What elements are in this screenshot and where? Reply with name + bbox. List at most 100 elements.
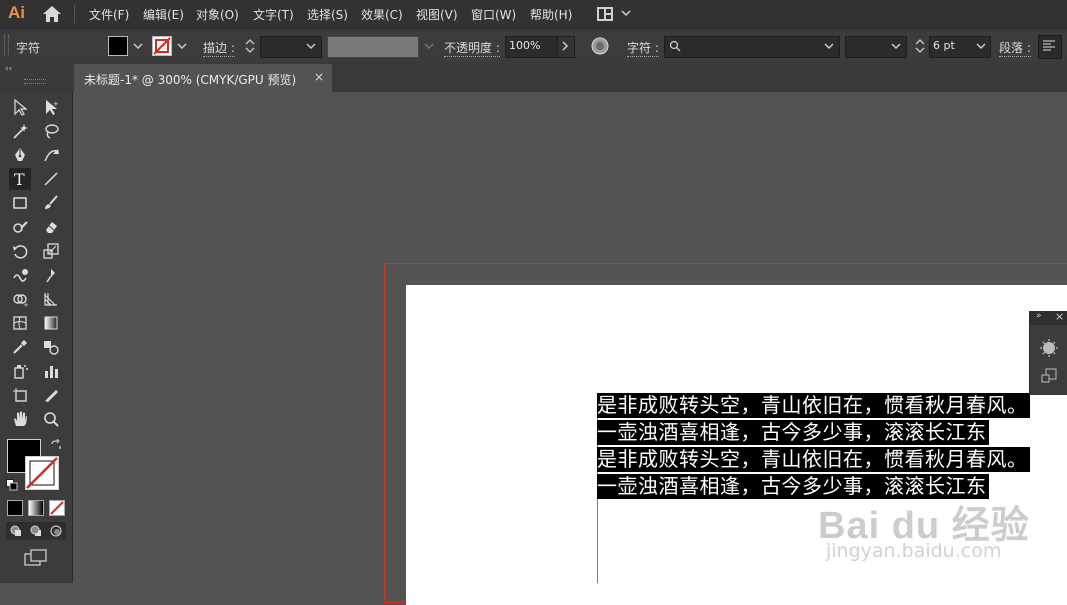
menu-window[interactable]: 窗口(W) (471, 6, 516, 23)
scale-tool[interactable] (40, 240, 62, 262)
symbol-sprayer-tool[interactable] (9, 360, 31, 382)
draw-inside-icon[interactable] (50, 525, 62, 537)
workspace-switcher-icon[interactable] (597, 7, 613, 21)
paintbrush-icon (45, 195, 58, 209)
variable-width-profile[interactable] (327, 36, 419, 58)
rectangle-icon (13, 197, 27, 209)
font-size-stepper[interactable] (914, 36, 926, 56)
screen-mode-icon[interactable] (24, 549, 48, 567)
perspective-grid-tool[interactable] (40, 288, 62, 310)
curvature-icon (44, 149, 59, 162)
hand-tool[interactable] (9, 408, 31, 430)
recolor-artwork-icon[interactable] (591, 37, 609, 55)
menu-edit[interactable]: 编辑(E) (143, 6, 184, 23)
expand-panels-button[interactable]: » (1036, 311, 1042, 321)
stroke-label: 描边 : (203, 41, 235, 57)
stroke-swatch[interactable] (152, 36, 172, 56)
selection-tool[interactable] (9, 96, 31, 118)
menu-help[interactable]: 帮助(H) (530, 6, 572, 23)
chevron-down-icon[interactable] (306, 41, 316, 51)
close-panels-button[interactable]: × (1055, 310, 1064, 323)
shape-builder-tool[interactable]: + (9, 288, 31, 310)
toolbar-grip[interactable] (24, 79, 46, 84)
line-segment-icon (44, 172, 58, 186)
zoom-tool[interactable] (40, 408, 62, 430)
puppet-warp-tool[interactable] (40, 264, 62, 286)
menu-type[interactable]: 文字(T) (253, 6, 294, 23)
appearance-panel-icon[interactable] (1040, 339, 1058, 357)
menu-view[interactable]: 视图(V) (416, 6, 458, 23)
puppet-warp-icon (46, 269, 55, 283)
artboard-tool[interactable] (9, 384, 31, 406)
warp-tool[interactable] (9, 264, 31, 286)
selected-text-line[interactable]: 是非成败转头空，青山依旧在，惯看秋月春风。 (597, 447, 1030, 472)
line-segment-tool[interactable] (40, 168, 62, 190)
chevron-down-icon[interactable] (177, 41, 187, 51)
lasso-tool[interactable] (40, 120, 62, 142)
tab-close-button[interactable]: × (314, 70, 324, 84)
rotate-tool[interactable] (9, 240, 31, 262)
scale-icon (43, 243, 59, 259)
pen-tool[interactable] (9, 144, 31, 166)
magic-wand-tool[interactable] (9, 120, 31, 142)
swap-colors-icon[interactable] (50, 439, 62, 451)
shape-builder-icon: + (13, 294, 29, 308)
warp-icon (13, 269, 28, 282)
slice-tool[interactable] (40, 384, 62, 406)
zoom-icon (44, 412, 59, 427)
eraser-tool[interactable] (40, 216, 62, 238)
chevron-down-icon[interactable] (824, 41, 834, 51)
eyedropper-icon (13, 340, 27, 354)
gradient-mode-button[interactable] (28, 500, 44, 516)
chevron-down-icon[interactable] (891, 41, 901, 51)
pen-icon (15, 148, 25, 161)
shaper-tool[interactable] (9, 216, 31, 238)
mode-label: 字符 (16, 41, 41, 55)
draw-normal-icon[interactable] (10, 525, 22, 537)
fill-swatch[interactable] (108, 36, 128, 56)
column-graph-tool[interactable] (40, 360, 62, 382)
mesh-tool[interactable] (9, 312, 31, 334)
default-colors-icon[interactable] (6, 479, 18, 491)
symbol-sprayer-icon (14, 365, 28, 379)
menu-select[interactable]: 选择(S) (307, 6, 348, 23)
selected-text-line[interactable]: 是非成败转头空，青山依旧在，惯看秋月春风。 (597, 393, 1030, 418)
search-icon (669, 40, 681, 52)
menu-effect[interactable]: 效果(C) (361, 6, 403, 23)
lasso-icon (45, 124, 59, 139)
font-family-field[interactable] (664, 36, 840, 58)
control-bar-grip[interactable] (4, 35, 9, 55)
transform-panel-icon[interactable] (1041, 368, 1057, 384)
selected-text-line[interactable]: 一壶浊酒喜相逢，古今多少事，滚滚长江东 (597, 420, 989, 445)
opacity-label: 不透明度 : (444, 41, 500, 57)
eyedropper-tool[interactable] (9, 336, 31, 358)
draw-behind-icon[interactable] (30, 525, 42, 537)
home-icon[interactable] (42, 5, 62, 23)
collapse-toolbar-button[interactable]: ‹‹ (5, 64, 12, 74)
blend-tool[interactable] (40, 336, 62, 358)
svg-text:T: T (14, 170, 25, 188)
svg-text:+: + (53, 100, 59, 108)
align-left-icon (1043, 40, 1055, 51)
eraser-icon (46, 222, 57, 233)
mesh-icon (13, 316, 27, 330)
chevron-down-icon[interactable] (133, 41, 143, 51)
menu-object[interactable]: 对象(O) (196, 6, 239, 23)
menu-file[interactable]: 文件(F) (89, 6, 129, 23)
chevron-down-icon[interactable] (976, 41, 986, 51)
rectangle-tool[interactable] (9, 192, 31, 214)
gradient-tool[interactable] (40, 312, 62, 334)
shaper-icon (13, 221, 28, 233)
stroke-weight-stepper[interactable] (244, 36, 256, 56)
curvature-tool[interactable] (40, 144, 62, 166)
color-mode-button[interactable] (7, 500, 23, 516)
type-tool[interactable]: T (9, 168, 31, 190)
magic-wand-icon (13, 124, 28, 139)
chevron-down-icon[interactable] (621, 8, 631, 18)
stroke-color-box[interactable] (25, 456, 59, 490)
paintbrush-tool[interactable] (40, 192, 62, 214)
gradient-icon (44, 316, 58, 330)
document-tab-title: 未标题-1* @ 300% (CMYK/GPU 预览) (84, 73, 297, 87)
none-mode-button[interactable] (49, 500, 65, 516)
direct-selection-tool[interactable]: + (40, 96, 62, 118)
